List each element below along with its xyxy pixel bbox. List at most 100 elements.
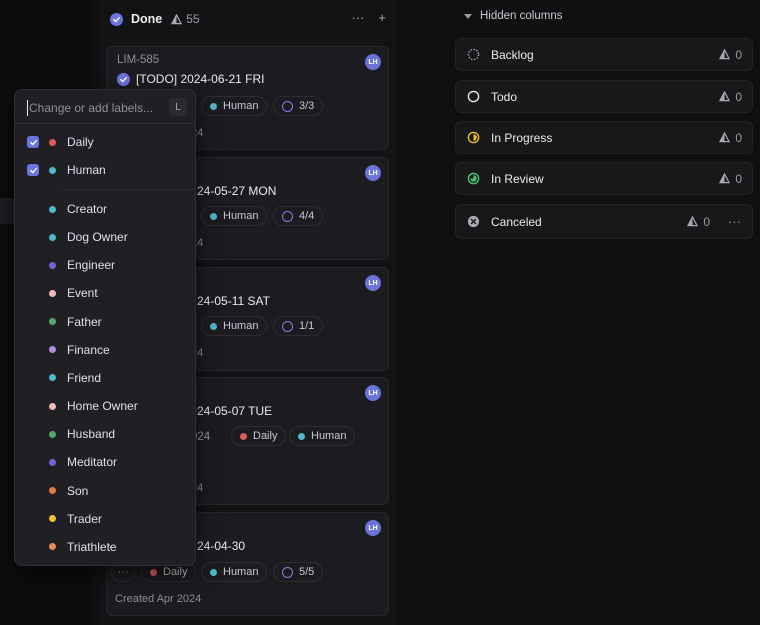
add-issue-icon[interactable]: + — [378, 10, 386, 25]
done-circle-icon — [110, 12, 123, 26]
hidden-column-in-review[interactable]: In Review 0 — [455, 162, 753, 195]
label-color-dot — [49, 261, 56, 269]
label-option-text: Engineer — [67, 258, 116, 273]
avatar[interactable]: LH — [365, 54, 381, 70]
label-option-dog-owner[interactable]: Dog Owner — [15, 224, 195, 250]
label-chip[interactable]: Human — [201, 206, 268, 226]
label-option-event[interactable]: Event — [15, 280, 195, 306]
shortcut-key: L — [169, 98, 187, 116]
label-color-dot — [49, 289, 56, 297]
issue-title-text: 24-04-30 — [197, 539, 246, 553]
label-picker-popup: L Daily Human Creator Dog Owner Engineer Ev… — [14, 89, 196, 566]
label-option-home-owner[interactable]: Home Owner — [15, 393, 195, 419]
label-option-text: Finance — [67, 342, 110, 357]
sidebar-item[interactable] — [0, 198, 14, 224]
progress-ring-icon — [282, 566, 293, 578]
label-option-engineer[interactable]: Engineer — [15, 252, 195, 278]
label-chip[interactable]: Human — [289, 426, 356, 446]
column-more-icon[interactable]: ··· — [351, 10, 364, 25]
label-color-dot — [49, 402, 56, 410]
label-option-daily[interactable]: Daily — [15, 129, 195, 155]
label-option-finance[interactable]: Finance — [15, 337, 195, 363]
label-option-meditator[interactable]: Meditator — [15, 449, 195, 475]
column-more-icon[interactable]: ··· — [728, 214, 741, 229]
subissue-progress-chip[interactable]: 3/3 — [273, 96, 324, 116]
label-option-trader[interactable]: Trader — [15, 506, 195, 532]
hidden-column-todo[interactable]: Todo 0 — [455, 80, 753, 113]
label-option-father[interactable]: Father — [15, 309, 195, 335]
issue-title: 24-04-30 — [197, 539, 245, 553]
label-option-friend[interactable]: Friend — [15, 365, 195, 391]
label-option-text: Triathlete — [67, 539, 117, 554]
count-text: 0 — [703, 214, 710, 229]
issue-title-text: 24-05-11 SAT — [197, 294, 270, 308]
label-chip[interactable]: Daily — [231, 426, 287, 446]
checkbox-checked-icon[interactable] — [27, 164, 39, 176]
label-color-dot — [49, 205, 56, 213]
progress-text: 3/3 — [299, 100, 315, 112]
label-chip-text: Human — [223, 100, 259, 112]
label-chip-text: Human — [223, 210, 259, 222]
label-color-dot — [210, 102, 217, 110]
avatar[interactable]: LH — [365, 275, 381, 291]
estimate-icon — [719, 173, 731, 184]
label-option-text: Human — [67, 163, 106, 177]
label-option-son[interactable]: Son — [15, 478, 195, 504]
hidden-columns-heading: Hidden columns — [480, 10, 563, 22]
hidden-column-backlog[interactable]: Backlog 0 — [455, 38, 753, 71]
hidden-column-count: 0 — [719, 90, 742, 104]
label-color-dot — [240, 432, 247, 440]
label-color-dot — [49, 430, 56, 438]
hidden-column-label: Backlog — [491, 47, 534, 62]
avatar[interactable]: LH — [365, 520, 381, 536]
avatar[interactable]: LH — [365, 385, 381, 401]
label-option-husband[interactable]: Husband — [15, 421, 195, 447]
label-color-dot — [49, 233, 56, 241]
progress-ring-icon — [282, 210, 293, 222]
progress-text: 5/5 — [299, 566, 315, 578]
label-option-text: Creator — [67, 202, 108, 216]
progress-text: 4/4 — [299, 210, 315, 222]
checkbox-checked-icon[interactable] — [27, 136, 39, 148]
caret-down-icon — [464, 13, 472, 19]
hidden-column-canceled[interactable]: Canceled 0 ··· — [455, 204, 753, 239]
estimate-icon — [171, 13, 183, 25]
label-color-dot — [49, 346, 56, 354]
count-text: 0 — [735, 130, 742, 145]
hidden-column-count: 0 — [719, 48, 742, 62]
label-chip-text: Daily — [253, 430, 278, 442]
label-color-dot — [49, 374, 56, 382]
progress-ring-icon — [282, 320, 293, 332]
label-chip[interactable]: Human — [201, 316, 268, 336]
label-color-dot — [150, 568, 157, 576]
hidden-columns-toggle[interactable]: Hidden columns — [464, 10, 562, 22]
done-circle-icon — [117, 72, 130, 86]
hidden-column-label: Canceled — [491, 214, 542, 229]
label-option-text: Event — [67, 286, 98, 301]
label-option-text: Meditator — [67, 455, 118, 470]
subissue-progress-chip[interactable]: 4/4 — [273, 206, 324, 226]
label-chip[interactable]: Human — [201, 562, 268, 582]
label-option-text: Son — [67, 483, 89, 498]
in-progress-half-circle-icon — [467, 131, 480, 144]
subissue-progress-chip[interactable]: 1/1 — [273, 316, 324, 336]
label-color-dot — [49, 166, 56, 174]
label-option-triathlete[interactable]: Triathlete — [15, 534, 195, 560]
label-chip[interactable]: Human — [201, 96, 268, 116]
label-option-text: Trader — [67, 511, 102, 526]
column-header: Done 55 ··· + — [108, 8, 390, 30]
divider — [15, 123, 195, 124]
todo-circle-icon — [467, 90, 480, 103]
avatar[interactable]: LH — [365, 165, 381, 181]
issue-title: [TODO] 2024-06-21 FRI — [117, 72, 265, 86]
progress-text: 1/1 — [299, 320, 315, 332]
label-option-creator[interactable]: Creator — [15, 196, 195, 222]
label-color-dot — [49, 515, 56, 523]
label-option-human[interactable]: Human — [15, 157, 195, 183]
subissue-progress-chip[interactable]: 5/5 — [273, 562, 324, 582]
label-color-dot — [49, 458, 56, 466]
label-chip-text: Human — [311, 430, 347, 442]
issue-title: 24-05-07 TUE — [197, 404, 272, 418]
hidden-column-in-progress[interactable]: In Progress 0 — [455, 121, 753, 154]
label-search-input[interactable] — [27, 100, 157, 116]
